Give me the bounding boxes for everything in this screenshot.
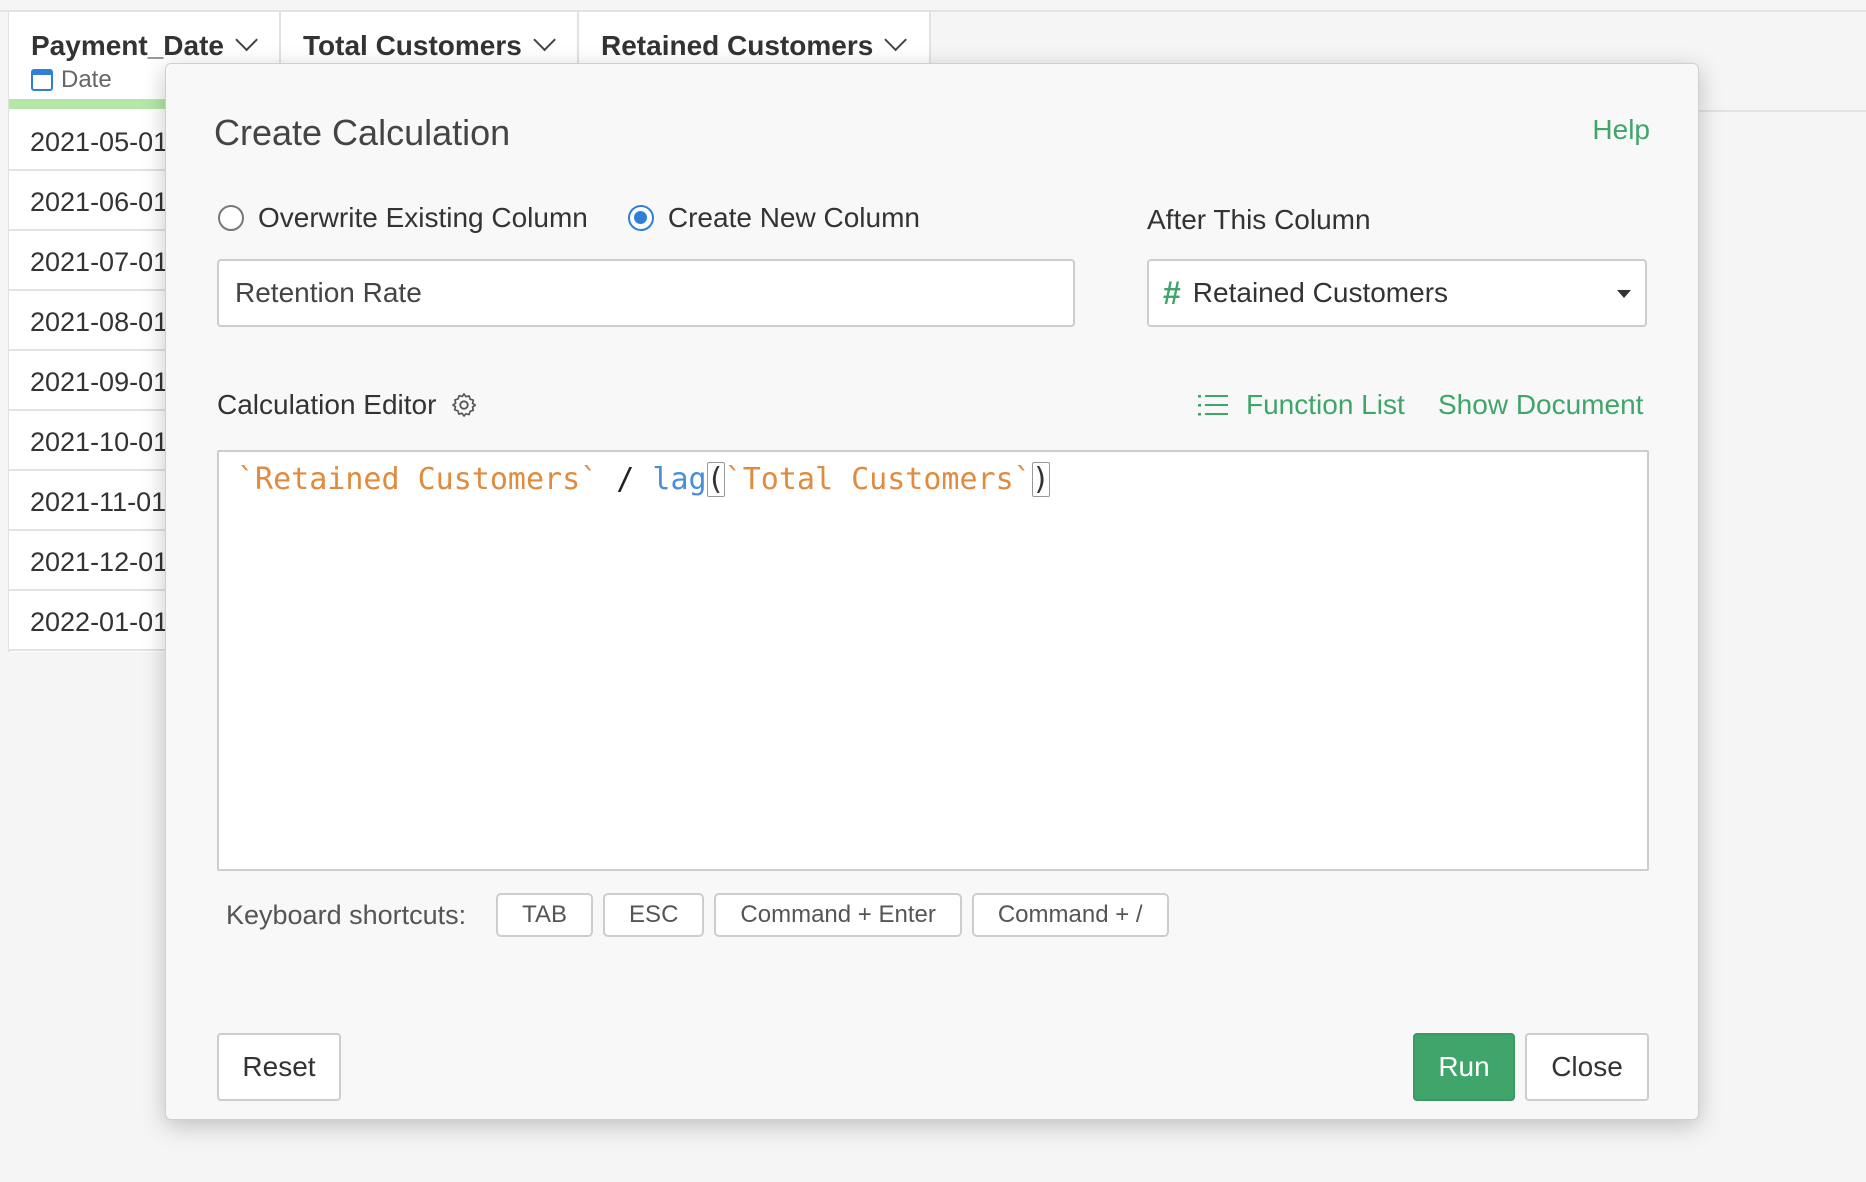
after-column-value: Retained Customers [1192, 277, 1449, 308]
chevron-down-icon[interactable] [235, 28, 258, 52]
run-button[interactable]: Run [1413, 1033, 1515, 1101]
shortcut-key: TAB [496, 893, 594, 937]
show-document-link[interactable]: Show Document [1438, 389, 1643, 421]
after-column-select[interactable]: # Retained Customers [1147, 259, 1647, 327]
paren-token: ) [1031, 462, 1050, 497]
function-list-label: Function List [1246, 389, 1405, 420]
number-type-icon: # [1163, 274, 1181, 311]
after-column-label: After This Column [1147, 204, 1371, 235]
column-name: Retained Customers [601, 30, 874, 61]
create-new-radio[interactable] [627, 205, 654, 231]
overwrite-existing-option[interactable]: Overwrite Existing Column [218, 202, 588, 234]
column-name: Payment_Date [31, 30, 224, 61]
column-name: Total Customers [303, 30, 522, 61]
caret-down-icon [1617, 290, 1631, 298]
divider [1690, 110, 1866, 112]
column-token: `Total Customers` [724, 462, 1032, 497]
shortcut-key: Command + / [971, 893, 1169, 937]
calendar-icon [31, 69, 53, 91]
column-mode-options: Overwrite Existing Column Create New Col… [218, 202, 960, 234]
new-column-name-input[interactable] [217, 259, 1075, 327]
create-new-option[interactable]: Create New Column [627, 202, 920, 234]
operator-token: / [598, 462, 653, 497]
chevron-down-icon[interactable] [884, 28, 908, 52]
function-token: lag [652, 462, 707, 497]
column-type-label: Date [61, 66, 112, 93]
editor-label-text: Calculation Editor [217, 389, 437, 420]
close-button[interactable]: Close [1525, 1033, 1649, 1101]
dialog-title: Create Calculation [214, 112, 511, 153]
calculation-editor-label: Calculation Editor [217, 389, 478, 421]
column-token: `Retained Customers` [237, 462, 599, 497]
paren-token: ( [706, 462, 725, 497]
create-calculation-dialog: Create Calculation Help Overwrite Existi… [165, 63, 1699, 1120]
overwrite-label: Overwrite Existing Column [258, 202, 588, 233]
list-icon [1198, 395, 1228, 416]
shortcuts-label: Keyboard shortcuts: [226, 899, 467, 930]
create-new-label: Create New Column [667, 202, 920, 233]
function-list-link[interactable]: Function List [1198, 389, 1405, 421]
keyboard-shortcuts: Keyboard shortcuts: TAB ESC Command + En… [226, 893, 1179, 937]
gear-icon[interactable] [450, 391, 478, 419]
shortcut-key: ESC [603, 893, 705, 937]
overwrite-radio[interactable] [218, 205, 244, 231]
calculation-editor[interactable]: `Retained Customers` / lag(`Total Custom… [217, 450, 1649, 871]
help-link[interactable]: Help [1592, 114, 1650, 146]
reset-button[interactable]: Reset [217, 1033, 341, 1101]
shortcut-key: Command + Enter [714, 893, 962, 937]
chevron-down-icon[interactable] [533, 28, 556, 52]
